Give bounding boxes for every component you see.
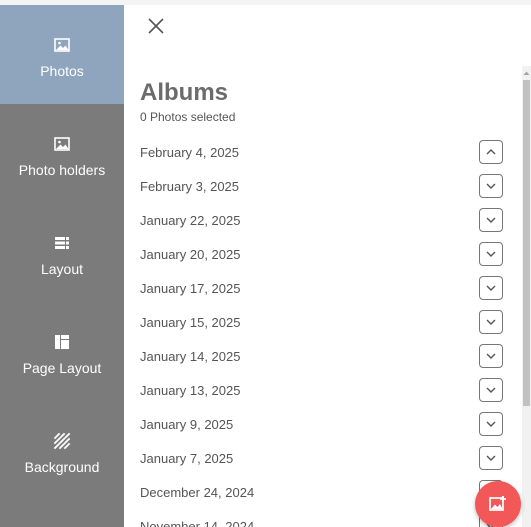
expand-button[interactable]	[479, 412, 503, 436]
album-date: January 17, 2025	[140, 281, 241, 296]
album-date: January 7, 2025	[140, 451, 234, 466]
scroll-up-arrow-icon[interactable]	[522, 66, 531, 78]
album-date: January 9, 2025	[140, 417, 234, 432]
expand-button[interactable]	[479, 344, 503, 368]
scrollbar-thumb[interactable]	[523, 80, 530, 406]
album-row[interactable]: December 24, 2024	[140, 475, 510, 509]
chevron-down-icon	[486, 285, 496, 291]
chevron-down-icon	[486, 251, 496, 257]
add-photo-button[interactable]	[475, 481, 521, 527]
image-icon	[53, 135, 71, 153]
add-photo-icon	[489, 496, 506, 511]
expand-button[interactable]	[479, 310, 503, 334]
chevron-up-icon	[486, 149, 496, 155]
expand-button[interactable]	[479, 208, 503, 232]
album-row[interactable]: January 17, 2025	[140, 271, 510, 305]
album-row[interactable]: January 22, 2025	[140, 203, 510, 237]
hatch-pattern-icon	[53, 432, 71, 450]
sidebar-item-label: Page Layout	[22, 360, 102, 376]
chevron-down-icon	[486, 421, 496, 427]
chevron-down-icon	[486, 319, 496, 325]
page-title: Albums	[140, 79, 229, 106]
sidebar-item-layout[interactable]: Layout	[0, 203, 124, 302]
layout-rows-icon	[53, 234, 71, 252]
expand-button[interactable]	[479, 174, 503, 198]
collapse-button[interactable]	[479, 140, 503, 164]
album-row[interactable]: January 20, 2025	[140, 237, 510, 271]
album-list: February 4, 2025 February 3, 2025 Januar…	[140, 135, 510, 527]
expand-button[interactable]	[479, 378, 503, 402]
image-icon	[53, 36, 71, 54]
chevron-down-icon	[486, 353, 496, 359]
sidebar-item-photos[interactable]: Photos	[0, 5, 124, 104]
album-row[interactable]: February 4, 2025	[140, 135, 510, 169]
album-date: January 13, 2025	[140, 383, 241, 398]
album-row[interactable]: January 7, 2025	[140, 441, 510, 475]
album-date: January 15, 2025	[140, 315, 241, 330]
chevron-down-icon	[486, 183, 496, 189]
album-date: November 14, 2024	[140, 519, 255, 527]
selection-count: 0 Photos selected	[140, 110, 236, 124]
album-date: January 14, 2025	[140, 349, 241, 364]
album-row[interactable]: January 14, 2025	[140, 339, 510, 373]
sidebar-item-label: Photo holders	[18, 162, 106, 178]
sidebar-item-label: Layout	[40, 261, 84, 277]
chevron-down-icon	[486, 217, 496, 223]
album-date: February 4, 2025	[140, 145, 240, 160]
close-button[interactable]	[145, 15, 167, 37]
page-layout-icon	[53, 333, 71, 351]
sidebar-item-label: Background	[24, 459, 100, 475]
album-row[interactable]: January 9, 2025	[140, 407, 510, 441]
sidebar-item-background[interactable]: Background	[0, 401, 124, 500]
sidebar-item-page-layout[interactable]: Page Layout	[0, 302, 124, 401]
sidebar: Photos Photo holders Layout Page Layout …	[0, 5, 124, 527]
sidebar-item-label: Photos	[40, 63, 84, 79]
sidebar-item-photo-holders[interactable]: Photo holders	[0, 104, 124, 203]
album-row[interactable]: January 15, 2025	[140, 305, 510, 339]
album-date: February 3, 2025	[140, 179, 240, 194]
album-row[interactable]: January 13, 2025	[140, 373, 510, 407]
album-date: January 22, 2025	[140, 213, 241, 228]
scrollbar[interactable]	[522, 66, 531, 527]
chevron-down-icon	[486, 387, 496, 393]
album-date: January 20, 2025	[140, 247, 241, 262]
album-row[interactable]: November 14, 2024	[140, 509, 510, 527]
chevron-down-icon	[486, 455, 496, 461]
album-row[interactable]: February 3, 2025	[140, 169, 510, 203]
expand-button[interactable]	[479, 446, 503, 470]
expand-button[interactable]	[479, 276, 503, 300]
expand-button[interactable]	[479, 242, 503, 266]
album-date: December 24, 2024	[140, 485, 255, 500]
close-icon	[148, 18, 164, 34]
